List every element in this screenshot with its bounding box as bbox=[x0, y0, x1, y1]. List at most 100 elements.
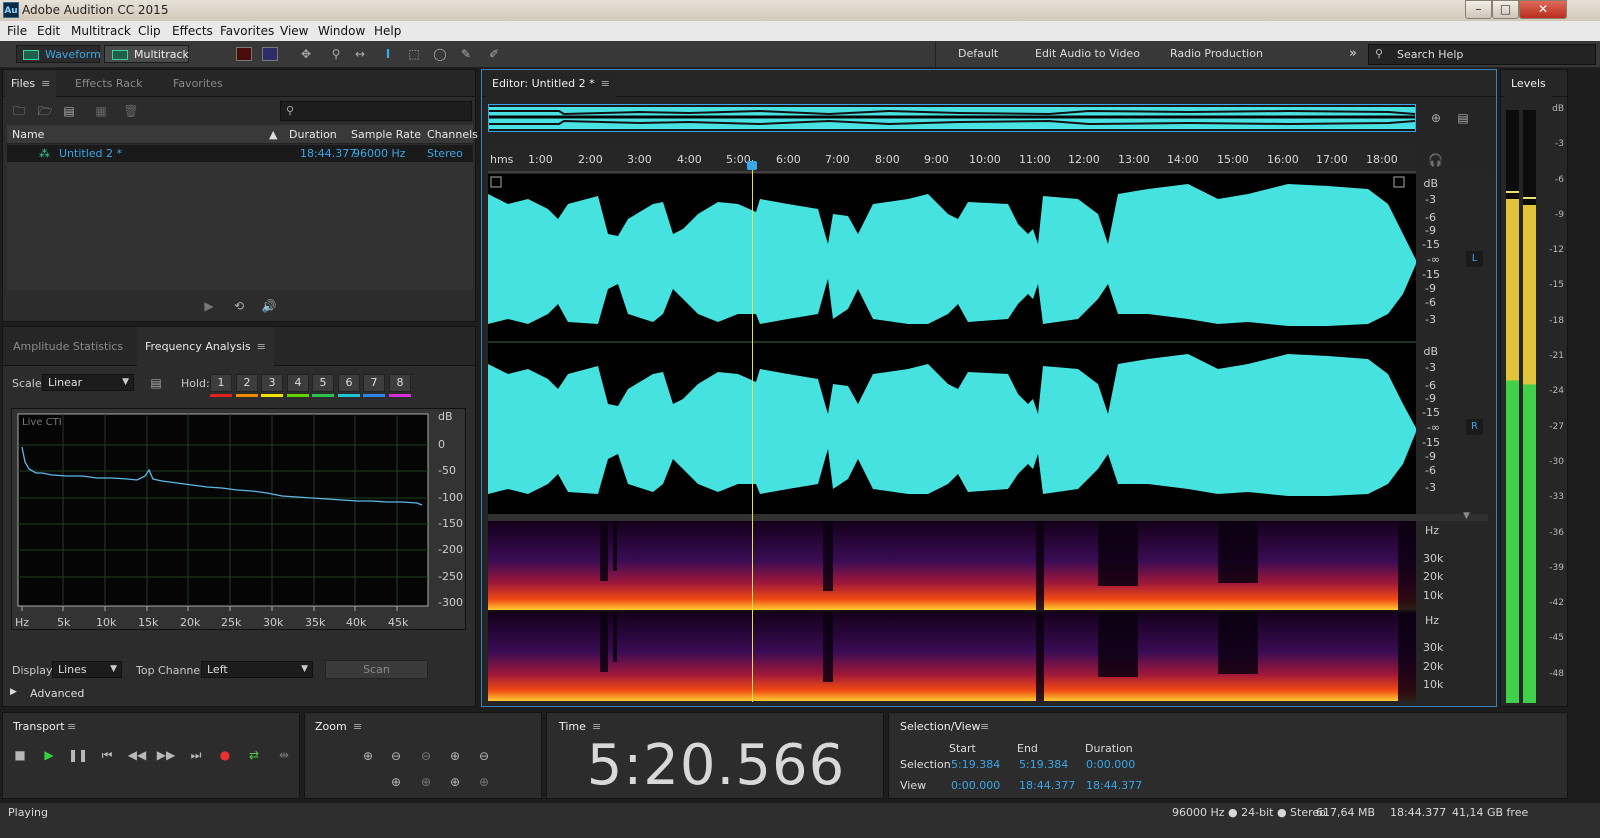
move-tool-icon[interactable]: ✥ bbox=[298, 47, 314, 61]
lasso-tool-icon[interactable]: ◯ bbox=[432, 47, 448, 61]
panel-menu-icon[interactable]: ≡ bbox=[67, 720, 76, 733]
advanced-label[interactable]: Advanced bbox=[30, 687, 84, 700]
panel-menu-icon[interactable]: ≡ bbox=[592, 720, 601, 733]
play-button[interactable]: ▶ bbox=[38, 746, 60, 764]
zoom-out-full-icon[interactable]: ⊖ bbox=[415, 747, 437, 765]
hold-button-3[interactable]: 3 bbox=[261, 374, 283, 392]
column-duration[interactable]: Duration bbox=[289, 128, 337, 141]
panel-menu-icon[interactable]: ≡ bbox=[353, 720, 362, 733]
fast-forward-button[interactable]: ▶▶ bbox=[155, 746, 177, 764]
import-file-icon[interactable]: 🗁 bbox=[37, 104, 53, 118]
column-channels[interactable]: Channels bbox=[427, 128, 478, 141]
autoplay-icon[interactable]: 🔊 bbox=[261, 299, 277, 313]
spectral-display[interactable] bbox=[488, 521, 1416, 701]
menu-favorites[interactable]: Favorites bbox=[220, 24, 274, 38]
skip-selection-button[interactable]: ⇹ bbox=[273, 746, 295, 764]
rewind-button[interactable]: ◀◀ bbox=[126, 746, 148, 764]
menu-edit[interactable]: Edit bbox=[37, 24, 60, 38]
tab-files[interactable]: Files ≡ bbox=[5, 70, 57, 97]
current-time-display[interactable]: 5:20.566 bbox=[547, 733, 885, 798]
hold-button-1[interactable]: 1 bbox=[210, 374, 232, 392]
left-channel-toggle[interactable]: L bbox=[1466, 251, 1483, 267]
table-row[interactable]: ⁂ Untitled 2 * 18:44.377 96000 Hz Stereo bbox=[7, 145, 473, 162]
loop-preview-icon[interactable]: ⟲ bbox=[231, 299, 247, 313]
view-end[interactable]: 18:44.377 bbox=[1019, 779, 1075, 792]
more-workspaces-button[interactable]: » bbox=[1349, 45, 1357, 63]
pause-button[interactable]: ❚❚ bbox=[67, 746, 89, 764]
zoom-to-selection-icon[interactable]: ⊕ bbox=[385, 773, 407, 791]
waveform-view-button[interactable]: Waveform bbox=[16, 45, 101, 63]
tab-favorites[interactable]: Favorites bbox=[167, 70, 229, 97]
maximize-button[interactable]: □ bbox=[1492, 0, 1519, 19]
graph-type-icon[interactable]: ▤ bbox=[148, 376, 164, 390]
overview-navigator[interactable] bbox=[488, 104, 1416, 132]
sort-ascending-icon[interactable]: ▲ bbox=[269, 128, 277, 141]
brush-tool-icon[interactable]: ✎ bbox=[458, 47, 474, 61]
top-channel-dropdown[interactable]: Left bbox=[201, 661, 313, 678]
menu-effects[interactable]: Effects bbox=[172, 24, 213, 38]
stop-button[interactable]: ■ bbox=[9, 746, 31, 764]
zoom-in-amplitude-icon[interactable]: ⊕ bbox=[357, 747, 379, 765]
next-button[interactable]: ⏭ bbox=[185, 746, 207, 764]
right-channel-toggle[interactable]: R bbox=[1466, 419, 1483, 435]
play-preview-icon[interactable]: ▶ bbox=[201, 299, 217, 313]
waveform-display[interactable] bbox=[488, 174, 1416, 514]
hold-button-6[interactable]: 6 bbox=[338, 374, 360, 392]
zoom-reset-icon[interactable]: ⊕ bbox=[473, 773, 495, 791]
menu-window[interactable]: Window bbox=[318, 24, 365, 38]
column-sample-rate[interactable]: Sample Rate bbox=[351, 128, 421, 141]
spot-healing-tool-icon[interactable]: ✐ bbox=[486, 47, 502, 61]
view-duration[interactable]: 18:44.377 bbox=[1086, 779, 1142, 792]
scale-dropdown[interactable]: Linear bbox=[42, 374, 134, 391]
workspace-radio-production[interactable]: Radio Production bbox=[1170, 45, 1263, 63]
tab-editor[interactable]: Editor: Untitled 2 * ≡ bbox=[486, 70, 616, 97]
menu-file[interactable]: File bbox=[7, 24, 27, 38]
files-search-input[interactable]: ⚲ bbox=[280, 101, 472, 121]
zoom-out-amplitude-icon[interactable]: ⊖ bbox=[385, 747, 407, 765]
tab-levels[interactable]: Levels bbox=[1505, 70, 1552, 97]
zoom-in-right-edge-icon[interactable]: ⊕ bbox=[444, 773, 466, 791]
minimize-button[interactable]: – bbox=[1465, 0, 1492, 19]
expand-triangle-icon[interactable]: ▶ bbox=[10, 687, 17, 697]
playhead[interactable] bbox=[752, 160, 753, 702]
zoom-navigator-icon[interactable]: ⊕ bbox=[1428, 111, 1444, 125]
menu-clip[interactable]: Clip bbox=[138, 24, 161, 38]
menu-view[interactable]: View bbox=[280, 24, 308, 38]
selection-duration[interactable]: 0:00.000 bbox=[1086, 758, 1135, 771]
hold-button-7[interactable]: 7 bbox=[363, 374, 385, 392]
headphones-icon[interactable]: 🎧 bbox=[1428, 153, 1443, 167]
scan-button[interactable]: Scan bbox=[325, 660, 428, 679]
open-file-icon[interactable]: 🗀 bbox=[11, 104, 27, 118]
playhead-handle[interactable] bbox=[747, 161, 757, 170]
delete-file-icon[interactable]: 🗑 bbox=[123, 104, 139, 118]
column-name[interactable]: Name bbox=[12, 128, 44, 141]
close-button[interactable]: ✕ bbox=[1519, 0, 1567, 19]
waveform-spectral-splitter[interactable]: ▼ bbox=[488, 511, 1488, 521]
panel-menu-icon[interactable]: ≡ bbox=[980, 720, 989, 733]
spectral-frequency-display-icon[interactable] bbox=[236, 47, 252, 61]
hold-button-2[interactable]: 2 bbox=[236, 374, 258, 392]
tab-amplitude-statistics[interactable]: Amplitude Statistics bbox=[7, 327, 129, 366]
workspace-default[interactable]: Default bbox=[958, 45, 998, 63]
menu-help[interactable]: Help bbox=[374, 24, 401, 38]
panel-menu-icon[interactable]: ≡ bbox=[601, 70, 610, 97]
display-dropdown[interactable]: Lines bbox=[52, 661, 122, 678]
tab-effects-rack[interactable]: Effects Rack bbox=[69, 70, 148, 97]
search-help-field[interactable]: ⚲ Search Help bbox=[1368, 44, 1596, 65]
selection-start[interactable]: 5:19.384 bbox=[951, 758, 1000, 771]
razor-tool-icon[interactable]: ⚲ bbox=[328, 47, 344, 61]
hold-button-4[interactable]: 4 bbox=[287, 374, 309, 392]
collapse-icon[interactable]: ▼ bbox=[1463, 511, 1470, 521]
multitrack-view-button[interactable]: Multitrack bbox=[104, 45, 189, 63]
time-selection-tool-icon[interactable]: I bbox=[380, 47, 396, 61]
loop-playback-button[interactable]: ⇄ bbox=[243, 746, 265, 764]
panel-menu-icon[interactable]: ≡ bbox=[257, 327, 266, 366]
view-start[interactable]: 0:00.000 bbox=[951, 779, 1000, 792]
hold-button-5[interactable]: 5 bbox=[312, 374, 334, 392]
panel-menu-icon[interactable]: ≡ bbox=[41, 70, 50, 97]
previous-button[interactable]: ⏮ bbox=[96, 746, 118, 764]
spectral-pitch-display-icon[interactable] bbox=[262, 47, 278, 61]
zoom-out-time-icon[interactable]: ⊖ bbox=[473, 747, 495, 765]
zoom-in-left-edge-icon[interactable]: ⊕ bbox=[415, 773, 437, 791]
hold-button-8[interactable]: 8 bbox=[389, 374, 411, 392]
